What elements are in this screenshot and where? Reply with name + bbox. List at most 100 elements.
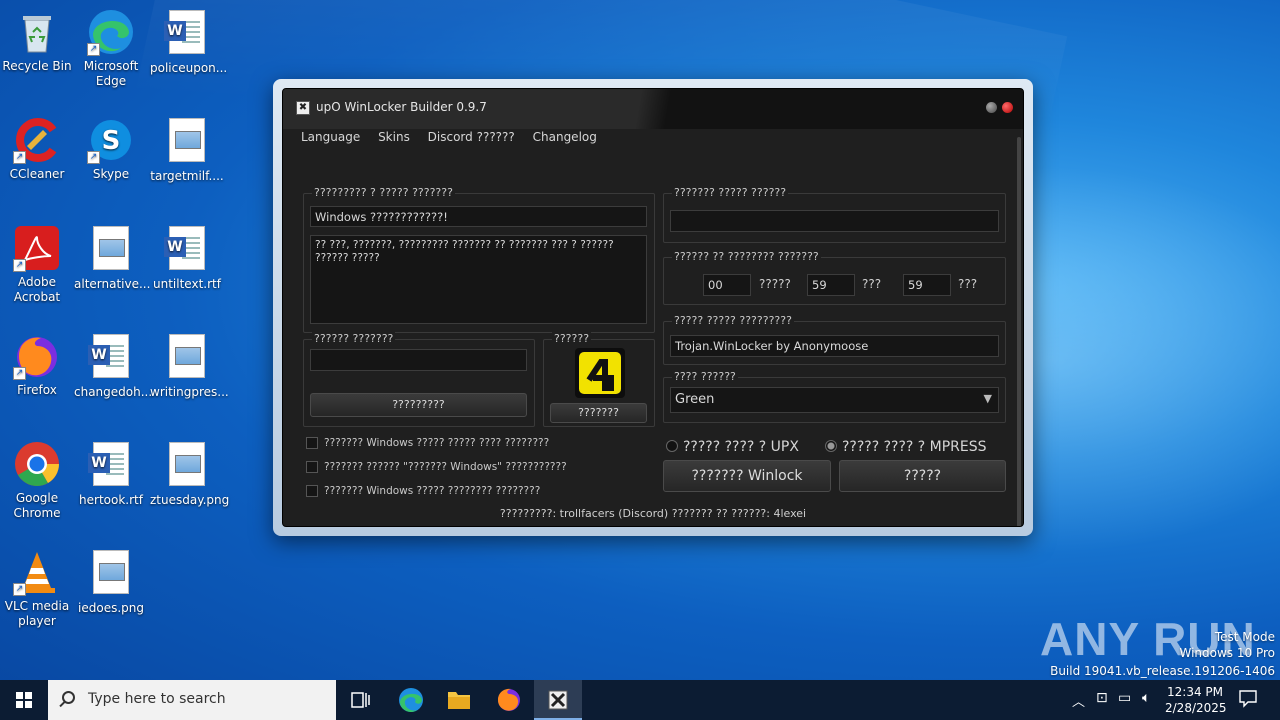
message-group-label: ????????? ? ????? ??????? bbox=[312, 186, 455, 199]
menu-changelog[interactable]: Changelog bbox=[533, 130, 597, 144]
ccleaner-icon: ↗ bbox=[13, 116, 61, 164]
window-scrollbar[interactable] bbox=[1017, 137, 1021, 526]
radio-mpress[interactable]: ????? ???? ? MPRESS bbox=[825, 439, 987, 455]
timer-seconds-input[interactable]: 59 bbox=[903, 274, 951, 296]
checkbox-box[interactable] bbox=[306, 437, 318, 449]
timer-minutes-input[interactable]: 59 bbox=[807, 274, 855, 296]
desktop-icon-iedoes[interactable]: iedoes.png bbox=[74, 548, 148, 616]
unlock-code-label: ??????? ????? ?????? bbox=[672, 186, 789, 199]
message-title-input[interactable]: Windows ????????????! bbox=[310, 206, 647, 227]
checkbox-option-3[interactable]: ??????? Windows ????? ???????? ???????? bbox=[306, 485, 540, 497]
notification-center-icon[interactable] bbox=[1238, 688, 1258, 711]
build-winlock-button[interactable]: ??????? Winlock bbox=[663, 460, 831, 492]
os-build-text: Build 19041.vb_release.191206-1406 bbox=[1050, 664, 1275, 678]
window-client-area: ✖ upO WinLocker Builder 0.9.7 Language S… bbox=[282, 88, 1024, 527]
image-file-icon bbox=[163, 334, 211, 382]
timer-minutes-unit: ??? bbox=[862, 277, 882, 291]
unlock-code-group: ??????? ????? ?????? bbox=[663, 186, 1006, 243]
recycle-bin-icon bbox=[13, 8, 61, 56]
tray-volume-icon[interactable]: 🔈︎ bbox=[1142, 690, 1150, 706]
image-file-icon bbox=[87, 226, 135, 274]
task-view-button[interactable] bbox=[336, 680, 384, 720]
checkbox-option-2[interactable]: ??????? ?????? "??????? Windows" ???????… bbox=[306, 461, 567, 473]
password-input[interactable] bbox=[310, 349, 527, 371]
test-mode-text: Test Mode bbox=[1214, 630, 1275, 644]
desktop-icon-skype[interactable]: S ↗ Skype bbox=[74, 116, 148, 182]
taskbar-file-explorer[interactable] bbox=[435, 680, 483, 720]
desktop-icon-ztuesday[interactable]: ztuesday.png bbox=[150, 440, 229, 508]
desktop-icon-policeupon[interactable]: W policeupon... bbox=[150, 8, 227, 76]
tray-date: 2/28/2025 bbox=[1165, 701, 1227, 715]
desktop-icon-writingpres[interactable]: writingpres... bbox=[150, 332, 229, 400]
minimize-button[interactable] bbox=[986, 102, 997, 113]
desktop-icon-adobe-acrobat[interactable]: ↗ Adobe Acrobat bbox=[0, 224, 74, 305]
menu-skins[interactable]: Skins bbox=[378, 130, 410, 144]
image-file-icon bbox=[163, 118, 211, 166]
generate-password-button[interactable]: ????????? bbox=[310, 393, 527, 417]
program-name-input[interactable]: Trojan.WinLocker by Anonymoose bbox=[670, 335, 999, 357]
search-placeholder: Type here to search bbox=[88, 691, 226, 707]
desktop-icon-chrome[interactable]: Google Chrome bbox=[0, 440, 74, 521]
desktop-icon-edge[interactable]: ↗ Microsoft Edge bbox=[74, 8, 148, 89]
timer-hours-unit: ????? bbox=[759, 277, 791, 291]
timer-hours-input[interactable]: 00 bbox=[703, 274, 751, 296]
close-button[interactable] bbox=[1002, 102, 1013, 113]
skin-select[interactable]: Green ▼ bbox=[670, 387, 999, 413]
taskbar-edge[interactable] bbox=[387, 680, 435, 720]
checkbox-box[interactable] bbox=[306, 461, 318, 473]
tray-network-icon[interactable]: ⊡ bbox=[1096, 690, 1108, 706]
menu-bar: Language Skins Discord ?????? Changelog bbox=[301, 130, 611, 144]
svg-text:S: S bbox=[102, 126, 121, 156]
word-document-icon: W bbox=[163, 226, 211, 274]
icon-group: ?????? ??????? bbox=[543, 332, 655, 427]
taskbar: Type here to search ︿ ⊡ ▭ 🔈︎ 12:34 PM 2/… bbox=[0, 680, 1280, 720]
desktop-icon-ccleaner[interactable]: ↗ CCleaner bbox=[0, 116, 74, 182]
edge-icon bbox=[399, 688, 423, 713]
timer-group-label: ?????? ?? ???????? ??????? bbox=[672, 250, 821, 263]
windows-logo-icon-part bbox=[25, 692, 32, 699]
firefox-icon bbox=[498, 688, 520, 711]
taskbar-search-box[interactable]: Type here to search bbox=[48, 680, 336, 720]
taskbar-winlocker[interactable] bbox=[534, 680, 582, 720]
tray-chevron-up-icon[interactable]: ︿ bbox=[1072, 691, 1085, 710]
desktop-icon-targetmilf[interactable]: targetmilf.... bbox=[150, 116, 224, 184]
radio-upx[interactable]: ????? ???? ? UPX bbox=[666, 439, 799, 455]
task-view-icon bbox=[351, 692, 370, 708]
folder-icon bbox=[448, 692, 470, 709]
exit-button[interactable]: ????? bbox=[839, 460, 1006, 492]
acrobat-icon: ↗ bbox=[13, 224, 61, 272]
desktop-icon-recycle-bin[interactable]: Recycle Bin bbox=[0, 8, 74, 74]
radio-mpress-circle[interactable] bbox=[825, 440, 837, 452]
menu-language[interactable]: Language bbox=[301, 130, 360, 144]
desktop-icon-untiltext[interactable]: W untiltext.rtf bbox=[150, 224, 224, 292]
password-group: ?????? ??????? ????????? bbox=[303, 332, 535, 427]
message-group: ????????? ? ????? ??????? Windows ??????… bbox=[303, 186, 655, 333]
icon-group-label: ?????? bbox=[552, 332, 592, 345]
os-edition-text: Windows 10 Pro bbox=[1179, 646, 1275, 660]
menu-discord[interactable]: Discord ?????? bbox=[428, 130, 515, 144]
window-title: upO WinLocker Builder 0.9.7 bbox=[316, 100, 487, 114]
desktop-icon-vlc[interactable]: ↗ VLC media player bbox=[0, 548, 74, 629]
image-file-icon bbox=[163, 442, 211, 490]
checkbox-box[interactable] bbox=[306, 485, 318, 497]
taskbar-firefox[interactable] bbox=[485, 680, 533, 720]
desktop-icon-firefox[interactable]: ↗ Firefox bbox=[0, 332, 74, 398]
change-icon-button[interactable]: ??????? bbox=[550, 403, 647, 423]
desktop-icon-alternative[interactable]: alternative... bbox=[74, 224, 150, 292]
desktop-icon-changedoh[interactable]: W changedoh... bbox=[74, 332, 152, 400]
radio-upx-circle[interactable] bbox=[666, 440, 678, 452]
skull-crossbones-icon bbox=[548, 690, 568, 710]
tray-clock[interactable]: 12:34 PM 2/28/2025 bbox=[1165, 684, 1227, 716]
word-document-icon: W bbox=[87, 334, 135, 382]
desktop-icon-hertook[interactable]: W hertook.rtf bbox=[74, 440, 148, 508]
tray-time: 12:34 PM bbox=[1167, 685, 1223, 699]
title-bar[interactable]: ✖ upO WinLocker Builder 0.9.7 bbox=[283, 89, 1023, 129]
start-button[interactable] bbox=[0, 680, 48, 720]
search-icon bbox=[62, 691, 75, 704]
tray-monitor-icon[interactable]: ▭ bbox=[1118, 690, 1131, 706]
windows-logo-icon-part bbox=[25, 701, 32, 708]
message-body-textarea[interactable]: ?? ???, ???????, ????????? ??????? ?? ??… bbox=[310, 235, 647, 324]
vlc-cone-icon: ↗ bbox=[13, 548, 61, 596]
checkbox-option-1[interactable]: ??????? Windows ????? ????? ???? ???????… bbox=[306, 437, 549, 449]
unlock-code-input[interactable] bbox=[670, 210, 999, 232]
